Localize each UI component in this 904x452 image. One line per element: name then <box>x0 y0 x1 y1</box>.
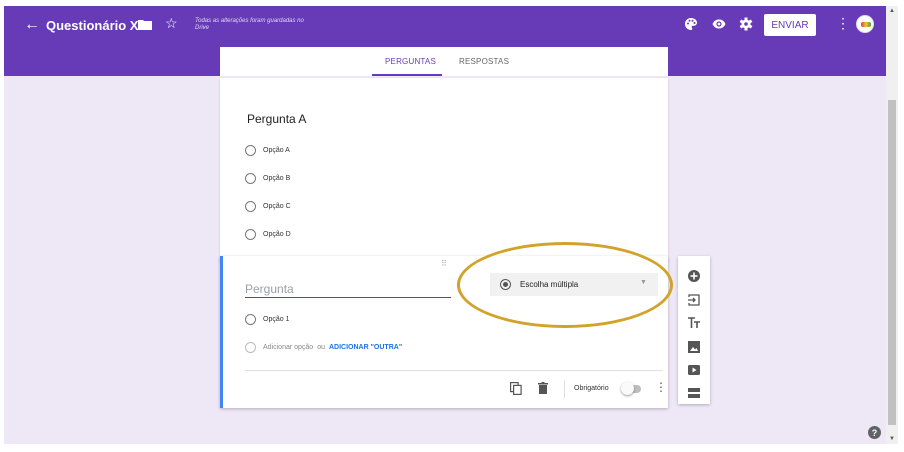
scroll-up-arrow[interactable]: ▲ <box>889 8 895 14</box>
required-label: Obrigatório <box>574 385 609 392</box>
eye-icon[interactable] <box>712 17 726 31</box>
drag-handle-icon[interactable]: ⠿ <box>441 259 447 268</box>
more-vert-icon[interactable]: ⋮ <box>836 16 850 30</box>
question-card-active[interactable]: ⠿ Pergunta Escolha múltipla ▼ Opção 1 Ad… <box>220 242 673 408</box>
option-row[interactable]: Opção 1 <box>245 314 289 325</box>
video-icon[interactable] <box>688 364 700 376</box>
option-row[interactable]: Opção C <box>245 200 291 212</box>
vertical-divider <box>564 380 565 398</box>
radio-button[interactable] <box>245 144 256 156</box>
more-vert-icon[interactable]: ⋮ <box>655 380 667 394</box>
add-circle-icon[interactable] <box>688 270 700 282</box>
required-toggle[interactable] <box>621 382 641 395</box>
add-option-row: Adicionar opção ou ADICIONAR "OUTRA" <box>245 342 402 353</box>
tab-responses[interactable]: RESPOSTAS <box>459 57 509 66</box>
section-icon[interactable] <box>688 387 700 399</box>
option-row[interactable]: Opção A <box>245 144 290 156</box>
forms-app: ← Questionário X ☆ Todas as alterações f… <box>4 6 886 444</box>
scrollbar[interactable]: ▲ ▼ <box>886 6 898 444</box>
or-text: ou <box>317 344 325 351</box>
folder-icon[interactable] <box>138 19 152 30</box>
option-label: Opção B <box>263 174 291 182</box>
radio-button[interactable] <box>245 314 256 325</box>
scroll-down-arrow[interactable]: ▼ <box>889 436 895 442</box>
add-option-link[interactable]: Adicionar opção <box>263 344 313 351</box>
help-icon[interactable]: ? <box>868 426 881 439</box>
scroll-thumb[interactable] <box>888 100 896 425</box>
question-title[interactable]: Pergunta A <box>247 112 306 126</box>
add-other-link[interactable]: ADICIONAR "OUTRA" <box>329 344 402 351</box>
tab-bar: PERGUNTAS RESPOSTAS <box>220 47 668 76</box>
active-tab-indicator <box>372 74 442 76</box>
option-label: Opção D <box>263 230 291 238</box>
form-title[interactable]: Questionário X <box>46 18 138 33</box>
title-icon[interactable] <box>688 317 700 329</box>
option-label[interactable]: Opção 1 <box>263 316 289 323</box>
radio-button[interactable] <box>245 172 256 184</box>
option-row[interactable]: Opção B <box>245 172 290 184</box>
import-icon[interactable] <box>688 294 700 306</box>
arrow-left-icon[interactable]: ← <box>24 17 40 33</box>
option-label: Opção C <box>263 202 291 210</box>
tab-questions[interactable]: PERGUNTAS <box>385 57 436 66</box>
question-title-input[interactable]: Pergunta <box>245 282 451 298</box>
image-icon[interactable] <box>688 341 700 353</box>
option-label: Opção A <box>263 146 290 154</box>
send-button[interactable]: ENVIAR <box>764 14 816 36</box>
side-toolbar <box>678 256 710 404</box>
radio-button[interactable] <box>245 200 256 212</box>
option-row[interactable]: Opção D <box>245 228 291 240</box>
screen: ← Questionário X ☆ Todas as alterações f… <box>0 0 904 452</box>
footer-divider <box>245 370 663 371</box>
question-card-a[interactable]: Pergunta A Opção A Opção B Opção C Opção… <box>220 78 668 263</box>
radio-button <box>245 342 256 353</box>
save-status: Todas as alterações foram guardadas no D… <box>195 18 304 31</box>
trash-icon[interactable] <box>538 382 548 394</box>
duplicate-icon[interactable] <box>510 382 522 395</box>
highlight-ellipse <box>457 242 673 328</box>
star-icon[interactable]: ☆ <box>165 16 178 30</box>
palette-icon[interactable] <box>684 17 698 31</box>
gear-icon[interactable] <box>739 17 753 31</box>
avatar[interactable] <box>856 15 874 33</box>
radio-button[interactable] <box>245 228 256 240</box>
